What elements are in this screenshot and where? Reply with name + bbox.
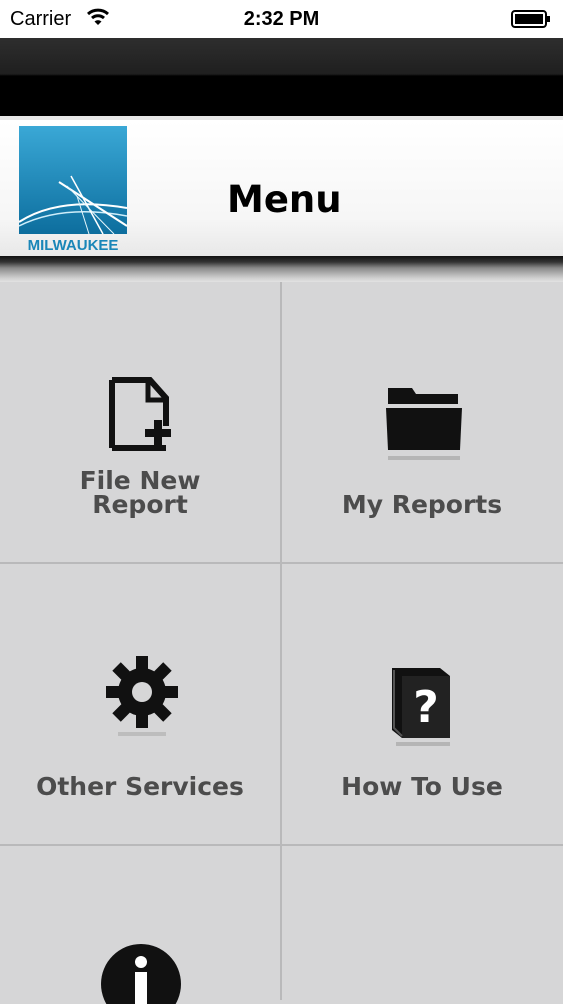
menu-tile-other-services[interactable]: Other Services	[0, 564, 280, 844]
help-book-icon: ?	[392, 668, 450, 746]
menu-tile-file-new-report[interactable]: File New Report	[0, 282, 280, 562]
file-add-icon	[109, 377, 171, 451]
menu-tile-label: My Reports	[341, 490, 503, 519]
menu-grid: File New Report My Reports Other Service…	[0, 282, 563, 1004]
milwaukee-logo: MILWAUKEE	[19, 126, 127, 254]
info-icon	[101, 944, 181, 1004]
battery-icon	[511, 10, 550, 28]
folder-icon	[386, 388, 462, 460]
svg-text:?: ?	[413, 682, 439, 733]
status-time: 2:32 PM	[243, 8, 320, 30]
menu-tile-info[interactable]	[0, 846, 280, 1004]
status-bar: Carrier 2:32 PM	[0, 0, 563, 38]
menu-tile-my-reports[interactable]: My Reports	[282, 282, 562, 562]
logo-text: MILWAUKEE	[28, 237, 119, 254]
menu-tile-label: Report	[92, 490, 188, 519]
navigation-bar	[0, 38, 563, 116]
menu-tile-empty[interactable]	[282, 846, 562, 1000]
page-title: Menu	[227, 178, 342, 221]
header-divider	[0, 256, 563, 282]
menu-tile-label: Other Services	[36, 772, 244, 801]
menu-tile-label: How To Use	[341, 772, 503, 801]
gear-icon	[106, 656, 178, 736]
menu-tile-how-to-use[interactable]: ? How To Use	[282, 564, 562, 844]
